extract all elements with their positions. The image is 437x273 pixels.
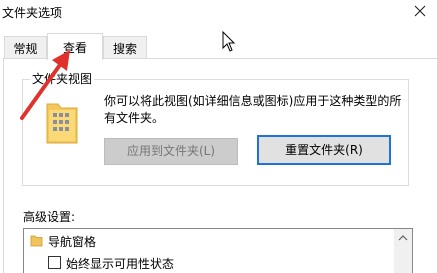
tab-general[interactable]: 常规 — [4, 36, 47, 58]
description-line-1: 你可以将此视图(如详细信息或图标)应用于这种类型的所 — [104, 94, 402, 108]
tab-search[interactable]: 搜索 — [103, 36, 147, 58]
close-icon[interactable] — [408, 2, 432, 22]
always-show-availability-checkbox[interactable] — [48, 256, 61, 269]
tab-search-label: 搜索 — [112, 42, 137, 56]
scroll-up-icon[interactable] — [398, 235, 408, 241]
description-line-2: 有文件夹。 — [104, 111, 165, 125]
title-bar: 文件夹选项 — [0, 0, 437, 28]
tree-scrollbar[interactable] — [394, 229, 412, 273]
tab-general-label: 常规 — [13, 42, 38, 56]
folder-views-label: 文件夹视图 — [30, 70, 95, 87]
tab-view[interactable]: 查看 — [47, 33, 103, 60]
folder-views-description: 你可以将此视图(如详细信息或图标)应用于这种类型的所 有文件夹。 — [104, 93, 404, 127]
window-title: 文件夹选项 — [2, 6, 63, 20]
folder-icon — [46, 103, 78, 144]
reset-folders-button[interactable]: 重置文件夹(R) — [257, 135, 391, 165]
folder-icon — [30, 235, 43, 247]
advanced-settings-label: 高级设置: — [23, 210, 76, 224]
apply-to-folders-button[interactable]: 应用到文件夹(L) — [104, 138, 238, 165]
tree-item-navigation-pane[interactable]: 导航窗格 — [48, 233, 96, 250]
tree-item-always-show-availability[interactable]: 始终显示可用性状态 — [66, 255, 174, 272]
mouse-cursor-icon — [222, 31, 236, 52]
tab-view-label: 查看 — [62, 41, 87, 55]
